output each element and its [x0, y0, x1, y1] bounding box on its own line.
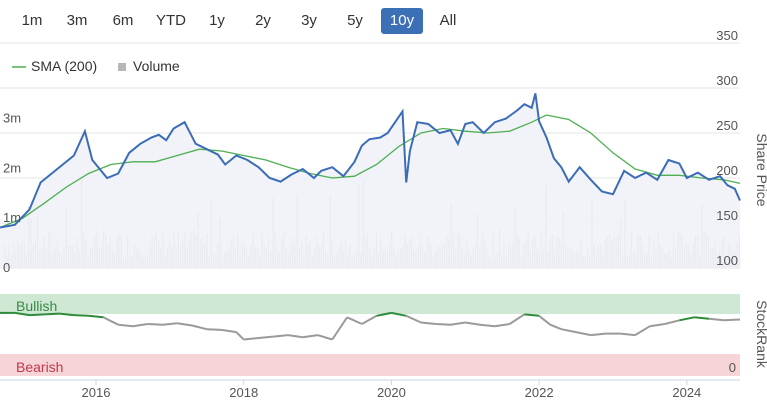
- x-axis-ticks: 2016 2018 2020 2022 2024: [82, 380, 701, 400]
- price-area: [0, 93, 740, 269]
- price-tick-label: 350: [716, 28, 738, 43]
- stockrank-segment: [649, 323, 665, 328]
- stockrank-segment: [273, 334, 289, 338]
- bullish-label: Bullish: [16, 298, 57, 314]
- legend-sma-label[interactable]: SMA (200): [31, 58, 97, 74]
- stockrank-segment: [118, 323, 134, 328]
- stockrank-segment: [162, 322, 178, 326]
- stockrank-segment: [723, 318, 741, 322]
- stockrank-segment: [679, 316, 695, 322]
- stockrank-segment: [664, 319, 680, 325]
- price-axis-title: Share Price: [754, 133, 767, 206]
- stockrank-segment: [405, 314, 422, 324]
- x-tick-label: 2024: [672, 385, 701, 400]
- stockrank-segment: [524, 313, 540, 317]
- stockrank-segment: [177, 322, 193, 327]
- stockrank-segment: [634, 325, 651, 336]
- stockrank-segment: [221, 328, 237, 334]
- stockrank-segment: [235, 331, 245, 341]
- price-tick-label: 300: [716, 73, 738, 88]
- legend-volume-label[interactable]: Volume: [133, 58, 180, 74]
- stockrank-tick-0: 0: [729, 360, 736, 375]
- legend: SMA (200) Volume: [12, 58, 180, 74]
- stockrank-segment: [465, 321, 481, 326]
- volume-tick-label: 0: [3, 260, 10, 275]
- stockrank-segment: [88, 314, 104, 319]
- stockrank-segment: [538, 315, 551, 326]
- x-tick-label: 2018: [229, 385, 258, 400]
- stockrank-segment: [287, 334, 303, 339]
- price-chart: SMA (200) Volume 100 150 200 250 300 350 0 1m 2…: [0, 28, 767, 400]
- price-tick-label: 100: [716, 253, 738, 268]
- stockrank-segment: [420, 321, 436, 325]
- stockrank-segment: [561, 328, 577, 334]
- stockrank-segment: [258, 335, 274, 339]
- stockrank-segment: [191, 324, 208, 331]
- stockrank-segment: [590, 332, 606, 337]
- stockrank-segment: [549, 323, 562, 331]
- volume-tick-label: 3m: [3, 111, 21, 126]
- stockrank-segment: [450, 321, 466, 326]
- stockrank-segment: [317, 334, 333, 341]
- bullish-band: [0, 294, 740, 314]
- price-tick-label: 200: [716, 163, 738, 178]
- legend-volume-swatch: [118, 63, 126, 71]
- stockrank-segment: [708, 317, 724, 322]
- stockrank-segment: [694, 316, 710, 320]
- stockrank-segment: [435, 323, 451, 326]
- stockrank-segment: [44, 312, 60, 316]
- volume-tick-label: 2m: [3, 160, 21, 175]
- x-tick-label: 2016: [82, 385, 111, 400]
- stockrank-segment: [132, 323, 148, 328]
- volume-tick-label: 1m: [3, 210, 21, 225]
- stockrank-segment: [494, 323, 510, 328]
- stockrank-line: [0, 311, 741, 341]
- stockrank-segment: [147, 323, 163, 326]
- stockrank-axis-title: StockRank: [754, 300, 767, 369]
- stockrank-segment: [509, 313, 525, 325]
- stockrank-segment: [479, 323, 495, 328]
- stockrank-segment: [302, 334, 318, 339]
- stockrank-segment: [29, 313, 45, 317]
- stockrank-segment: [331, 316, 348, 341]
- stockrank-segment: [620, 332, 636, 337]
- stockrank-segment: [243, 337, 259, 341]
- price-tick-label: 250: [716, 118, 738, 133]
- x-tick-label: 2020: [377, 385, 406, 400]
- stockrank-segment: [73, 314, 89, 317]
- bearish-band: [0, 354, 740, 376]
- stockrank-segment: [346, 316, 363, 325]
- price-tick-label: 150: [716, 208, 738, 223]
- stockrank-segment: [361, 314, 378, 325]
- bearish-label: Bearish: [16, 359, 63, 375]
- stockrank-segment: [102, 316, 119, 326]
- x-tick-label: 2022: [525, 385, 554, 400]
- stockrank-segment: [575, 331, 591, 337]
- stockrank-segment: [206, 328, 222, 331]
